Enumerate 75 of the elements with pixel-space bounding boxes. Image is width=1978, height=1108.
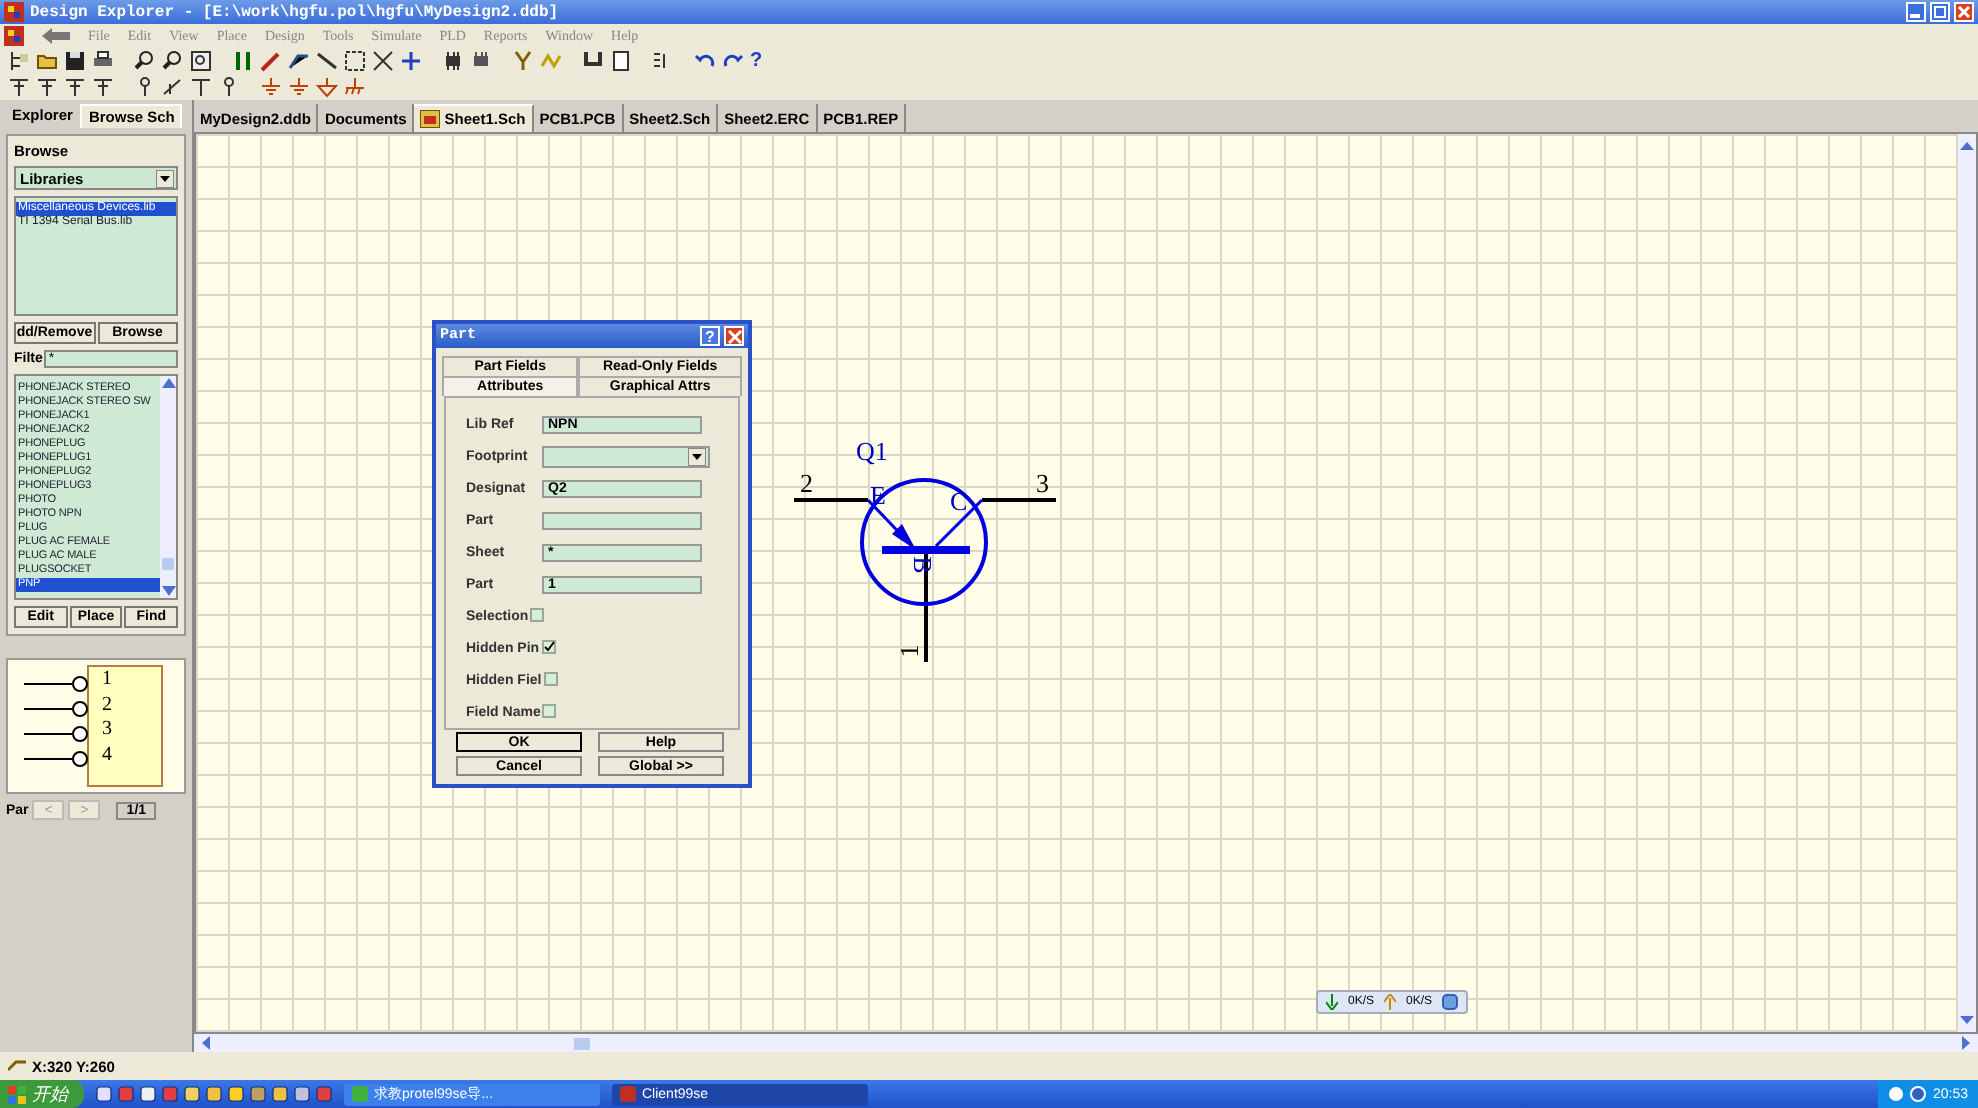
printer-icon[interactable]: [92, 50, 114, 72]
tee-icon[interactable]: [190, 76, 212, 98]
scroll-up-icon[interactable]: [1960, 140, 1974, 154]
redo-icon[interactable]: [722, 50, 744, 72]
app-icon: [4, 2, 24, 22]
ground-icon[interactable]: [260, 76, 282, 98]
pin-number: 3: [1036, 470, 1049, 496]
dropdown-arrow-icon[interactable]: [156, 169, 174, 187]
sheet-icon: [420, 110, 441, 128]
pen-icon: [8, 1060, 26, 1072]
scroll-down-icon[interactable]: [161, 586, 175, 596]
pin-number: 3: [102, 718, 112, 743]
pin-name: B: [909, 556, 936, 574]
dropdown-field[interactable]: [542, 446, 710, 468]
designator-label: Q1: [856, 438, 888, 464]
chip-icon[interactable]: [442, 50, 464, 72]
power-port-icon[interactable]: [36, 76, 58, 98]
scroll-up-icon[interactable]: [161, 378, 175, 388]
scrollbar[interactable]: [160, 376, 176, 598]
line-icon[interactable]: [316, 50, 338, 72]
pin-number: 1: [895, 644, 922, 658]
magnifier-icon[interactable]: [162, 50, 184, 72]
arrow-icon[interactable]: [42, 28, 70, 44]
windows-logo-icon: [8, 1085, 26, 1103]
window-title: Design Explorer - [E:\work\hgfu.pol\hgfu\MyDesign2.ddb]: [30, 3, 559, 21]
pencil-icon[interactable]: [260, 50, 282, 72]
download-arrow-icon: [1326, 994, 1338, 1010]
pin-number: 1: [102, 668, 112, 693]
app-icon: [352, 1086, 368, 1102]
checkbox[interactable]: [542, 703, 557, 717]
scrollbar[interactable]: [1958, 134, 1976, 1032]
pin-number: 4: [102, 743, 112, 768]
checkbox[interactable]: [530, 607, 545, 621]
start-button[interactable]: 开始: [0, 1080, 84, 1108]
document-icon[interactable]: [610, 50, 632, 72]
save-icon[interactable]: [64, 50, 86, 72]
app-icon: [4, 26, 24, 46]
wire-icon[interactable]: [288, 50, 310, 72]
pin-icon[interactable]: [134, 76, 156, 98]
close-icon[interactable]: [1954, 2, 1974, 22]
close-button[interactable]: [724, 326, 744, 346]
scrollbar[interactable]: [194, 1034, 1978, 1052]
scroll-thumb[interactable]: [574, 1037, 590, 1049]
pin-name: C: [950, 488, 968, 514]
ground-icon[interactable]: [344, 76, 366, 98]
text-field[interactable]: [542, 512, 702, 530]
magnifier-icon[interactable]: [134, 50, 156, 72]
ground-icon[interactable]: [316, 76, 338, 98]
power-port-icon[interactable]: [64, 76, 86, 98]
scroll-down-icon[interactable]: [1960, 1012, 1974, 1026]
checkbox[interactable]: [541, 639, 556, 653]
app-icon: [620, 1086, 636, 1102]
plus-icon[interactable]: [400, 50, 422, 72]
ground-icon[interactable]: [288, 76, 310, 98]
scroll-thumb[interactable]: [162, 558, 174, 570]
pin-icon[interactable]: [218, 76, 240, 98]
restore-icon[interactable]: [1930, 2, 1950, 22]
undo-icon[interactable]: [694, 50, 716, 72]
zoom-box-icon[interactable]: [190, 50, 212, 72]
selection-box-icon[interactable]: [344, 50, 366, 72]
upload-arrow-icon: [1384, 994, 1397, 1010]
dropdown-arrow-icon[interactable]: [688, 448, 706, 466]
power-port-icon[interactable]: [92, 76, 114, 98]
pin-number: 2: [800, 470, 813, 496]
help-button[interactable]: ?: [700, 326, 720, 346]
tree-icon[interactable]: [8, 50, 30, 72]
widget-icon[interactable]: [1442, 994, 1459, 1010]
power-port-icon[interactable]: [8, 76, 30, 98]
minimize-icon[interactable]: [1906, 2, 1926, 22]
help-button[interactable]: ?: [750, 50, 763, 72]
close-icon: [727, 329, 741, 343]
cross-icon[interactable]: [372, 50, 394, 72]
chip-icon[interactable]: [470, 50, 492, 72]
checkbox[interactable]: [543, 671, 558, 685]
pin-number: 2: [102, 693, 112, 718]
